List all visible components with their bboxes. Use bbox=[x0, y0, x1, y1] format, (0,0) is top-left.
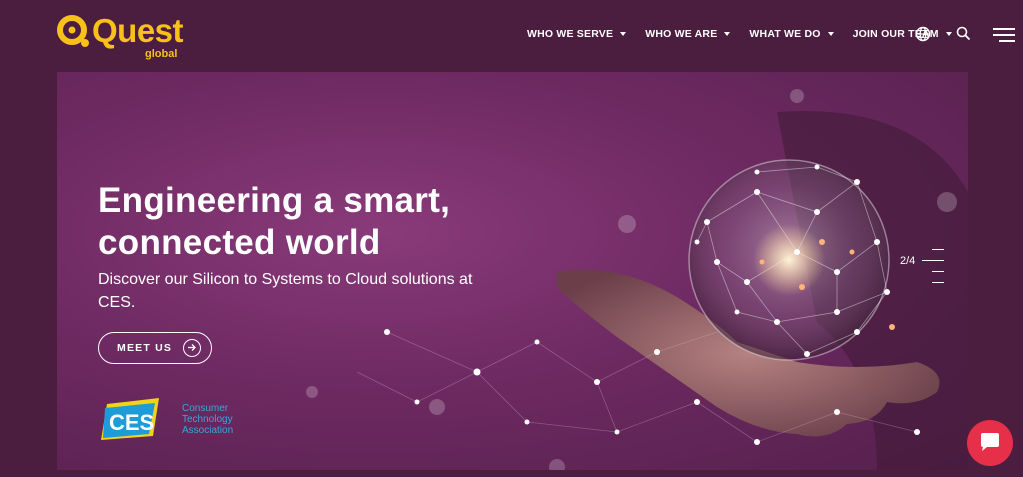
site-header: Quest global WHO WE SERVE WHO WE ARE WHA… bbox=[0, 0, 1023, 72]
ces-association-label: Consumer Technology Association bbox=[182, 403, 233, 436]
globe-icon[interactable] bbox=[915, 26, 931, 42]
chat-bubble-icon bbox=[981, 433, 999, 451]
slide-dot-4[interactable] bbox=[932, 282, 944, 283]
slide-dot-1[interactable] bbox=[932, 249, 944, 250]
chevron-down-icon bbox=[827, 32, 834, 36]
nav-who-we-are[interactable]: WHO WE ARE bbox=[645, 28, 731, 40]
slide-dot-3[interactable] bbox=[932, 271, 944, 272]
chat-button[interactable] bbox=[967, 420, 1013, 466]
logo-q-mark bbox=[57, 15, 89, 47]
ces-mark: CES bbox=[109, 410, 154, 435]
arrow-right-icon bbox=[183, 339, 201, 357]
nav-what-we-do[interactable]: WHAT WE DO bbox=[749, 28, 834, 40]
logo-subtext: global bbox=[145, 48, 178, 60]
meet-us-button[interactable]: MEET US bbox=[98, 332, 212, 364]
logo-wordmark: Quest bbox=[92, 12, 184, 49]
chevron-down-icon bbox=[620, 32, 627, 36]
nav-label: WHAT WE DO bbox=[749, 28, 821, 40]
quest-global-logo[interactable]: Quest global bbox=[56, 10, 186, 60]
hero-headline: Engineering a smart, connected world bbox=[98, 181, 451, 262]
nav-join-our-team[interactable]: JOIN OUR TEAM bbox=[853, 28, 952, 40]
search-icon[interactable] bbox=[956, 26, 971, 41]
slide-pagination bbox=[922, 249, 944, 293]
menu-icon[interactable] bbox=[993, 27, 1015, 43]
nav-label: WHO WE ARE bbox=[645, 28, 718, 40]
nav-label: WHO WE SERVE bbox=[527, 28, 614, 40]
chevron-down-icon bbox=[724, 32, 731, 36]
slide-dot-2[interactable] bbox=[922, 260, 944, 261]
hero-banner: Engineering a smart, connected world Dis… bbox=[57, 72, 968, 470]
ces-line-3: Association bbox=[182, 425, 234, 436]
chevron-down-icon bbox=[945, 32, 952, 36]
hero-subline: Discover our Silicon to Systems to Cloud… bbox=[98, 271, 473, 311]
ces-logo: CES bbox=[101, 398, 159, 440]
ces-line-1: Consumer bbox=[182, 403, 229, 414]
ces-line-2: Technology bbox=[182, 414, 233, 425]
meet-us-label: MEET US bbox=[117, 342, 173, 354]
nav-who-we-serve[interactable]: WHO WE SERVE bbox=[527, 28, 627, 40]
main-nav: WHO WE SERVE WHO WE ARE WHAT WE DO JOIN … bbox=[527, 28, 971, 40]
slide-indicator: 2/4 bbox=[900, 255, 916, 267]
